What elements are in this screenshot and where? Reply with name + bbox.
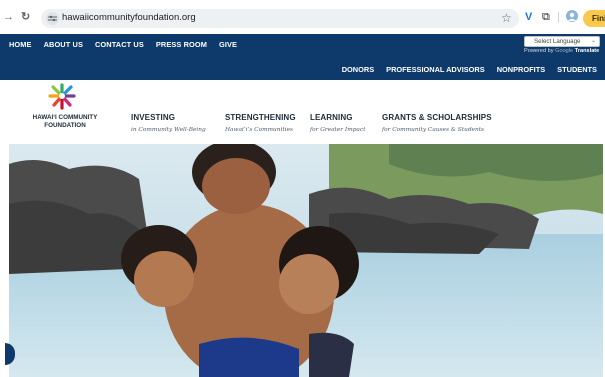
chevron-down-icon: ⌄ [590,38,596,44]
mainnav-investing[interactable]: INVESTING in Community Well-Being [131,113,206,133]
reload-icon[interactable]: ↻ [21,10,30,24]
url-text[interactable]: hawaiicommunityfoundation.org [62,12,196,23]
logo-area: HAWAIʻI COMMUNITY FOUNDATION [0,80,605,142]
extensions-puzzle-icon[interactable]: ⧉ [542,11,550,23]
nav-give[interactable]: GIVE [219,40,237,49]
language-select-label: Select Language [534,38,581,45]
nav-press-room[interactable]: PRESS ROOM [156,40,207,49]
mainnav-investing-title: INVESTING [131,113,176,122]
nav-nonprofits[interactable]: NONPROFITS [497,65,545,74]
mainnav-strengthening[interactable]: STRENGTHENING Hawaiʻi’s Communities [225,113,296,133]
foundation-logo-text[interactable]: HAWAIʻI COMMUNITY FOUNDATION [19,114,111,130]
mainnav-strengthening-sub: Hawaiʻi’s Communities [225,127,293,133]
google-text: Google [555,48,574,54]
mainnav-investing-sub: in Community Well-Being [131,127,206,133]
mainnav-grants-sub: for Community Causes & Students [382,127,485,133]
profile-avatar-icon[interactable] [566,10,578,25]
nav-contact-us[interactable]: CONTACT US [95,40,144,49]
extension-v-icon[interactable]: V [525,11,532,23]
language-select[interactable]: Select Language ⌄ [524,36,600,47]
powered-by-text: Powered by [524,48,554,54]
audience-navigation: DONORS PROFESSIONAL ADVISORS NONPROFITS … [342,65,597,74]
translate-link[interactable]: Translate [575,48,600,54]
browser-toolbar: → ↻ hawaiicommunityfoundation.org ☆ V ⧉ … [0,0,605,34]
mainnav-grants-scholarships[interactable]: GRANTS & SCHOLARSHIPS for Community Caus… [382,113,492,133]
site-header-bar: HOME ABOUT US CONTACT US PRESS ROOM GIVE… [0,34,605,80]
nav-students[interactable]: STUDENTS [557,65,597,74]
address-bar[interactable]: hawaiicommunityfoundation.org ☆ [41,9,519,28]
nav-about-us[interactable]: ABOUT US [44,40,83,49]
foundation-logo-icon[interactable] [47,82,77,110]
bookmark-star-icon[interactable]: ☆ [501,11,512,25]
powered-by-google-translate: Powered by Google Translate [524,48,599,54]
nav-home[interactable]: HOME [9,40,32,49]
hero-image [9,144,603,377]
nav-donors[interactable]: DONORS [342,65,374,74]
logo-line-2: FOUNDATION [44,122,86,129]
finish-update-button[interactable]: Finis [583,10,605,27]
site-settings-icon[interactable] [46,12,59,25]
nav-professional-advisors[interactable]: PROFESSIONAL ADVISORS [386,65,485,74]
mainnav-strengthening-title: STRENGTHENING [225,113,296,122]
top-navigation: HOME ABOUT US CONTACT US PRESS ROOM GIVE [9,40,237,49]
mainnav-learning[interactable]: LEARNING for Greater Impact [310,113,365,133]
toolbar-divider: | [557,11,560,23]
logo-line-1: HAWAIʻI COMMUNITY [32,114,98,121]
arrow-left-icon[interactable]: → [3,10,14,24]
mainnav-learning-title: LEARNING [310,113,353,122]
mainnav-grants-title: GRANTS & SCHOLARSHIPS [382,113,492,122]
mainnav-learning-sub: for Greater Impact [310,127,366,133]
